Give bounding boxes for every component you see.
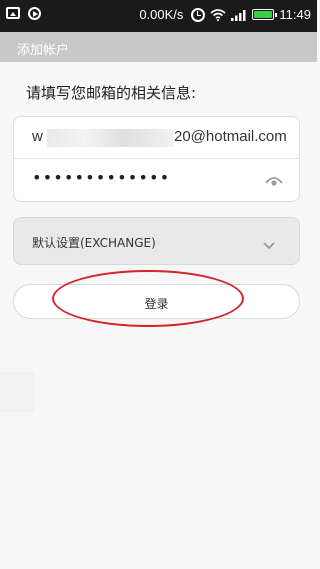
battery-fill <box>254 11 273 18</box>
clock: 11:49 <box>279 7 311 22</box>
status-bar: 0.00K/s 11:49 <box>0 0 317 32</box>
account-type-value: 默认设置(EXCHANGE) <box>32 236 156 250</box>
eye-icon[interactable] <box>265 173 283 187</box>
email-redaction <box>47 129 173 147</box>
email-field[interactable]: w 20@hotmail.com <box>14 117 299 159</box>
net-speed: 0.00K/s <box>139 7 184 22</box>
background-shadow <box>0 372 34 412</box>
email-suffix: 20@hotmail.com <box>174 128 287 145</box>
signal-icon <box>231 9 247 21</box>
account-type-select[interactable]: 默认设置(EXCHANGE) <box>13 217 300 265</box>
login-button[interactable]: 登录 <box>13 284 300 319</box>
password-mask: ••••••••••••• <box>32 168 171 187</box>
email-prefix: w <box>32 128 43 145</box>
wifi-icon <box>210 8 226 21</box>
credentials-group: w 20@hotmail.com ••••••••••••• <box>13 116 300 202</box>
status-right: 0.00K/s 11:49 <box>139 7 311 22</box>
form-prompt: 请填写您邮箱的相关信息: <box>26 84 197 102</box>
login-label: 登录 <box>144 297 169 311</box>
title-bar: 添加帐户 <box>0 32 317 62</box>
chevron-down-icon <box>263 235 275 250</box>
play-icon <box>28 7 41 20</box>
battery-icon <box>252 9 278 20</box>
password-field[interactable]: ••••••••••••• <box>14 159 299 201</box>
image-icon <box>6 7 20 19</box>
page-title: 添加帐户 <box>17 43 70 58</box>
status-left <box>6 7 41 20</box>
alarm-icon <box>191 7 206 22</box>
